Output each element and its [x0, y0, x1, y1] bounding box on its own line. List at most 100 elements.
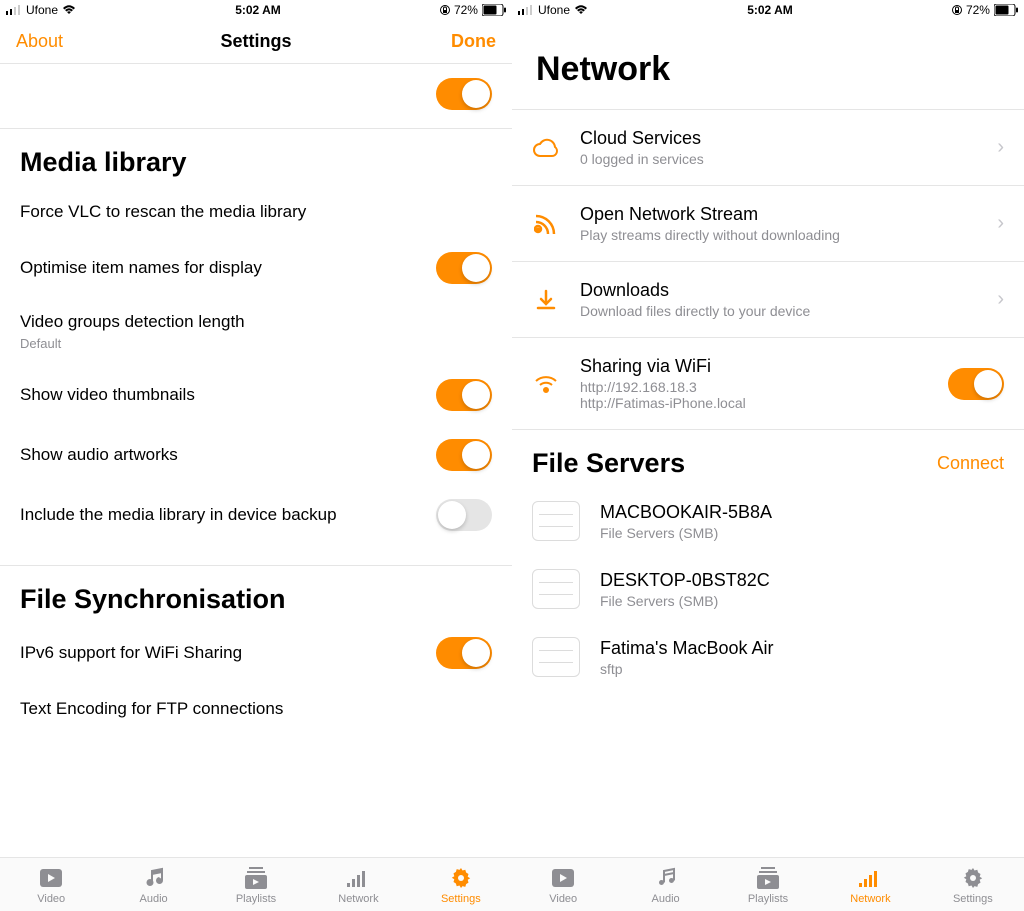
tab-label: Network — [338, 893, 378, 905]
time-label: 5:02 AM — [747, 3, 793, 17]
audio-icon — [653, 865, 679, 891]
row-label: Text Encoding for FTP connections — [20, 699, 283, 719]
server-row-0[interactable]: MACBOOKAIR-5B8A File Servers (SMB) — [512, 487, 1024, 555]
row-sub-2: http://Fatimas-iPhone.local — [580, 395, 928, 411]
show-artworks-row: Show audio artworks — [0, 425, 512, 485]
video-icon — [550, 865, 576, 891]
battery-pct-label: 72% — [966, 3, 990, 17]
optimise-names-row: Optimise item names for display — [0, 238, 512, 298]
audio-icon — [141, 865, 167, 891]
tab-label: Playlists — [236, 893, 276, 905]
downloads-row[interactable]: Downloads Download files directly to you… — [512, 262, 1024, 338]
tab-playlists[interactable]: Playlists — [205, 858, 307, 911]
video-groups-row[interactable]: Video groups detection length Default — [0, 298, 512, 365]
wifi-sharing-row: Sharing via WiFi http://192.168.18.3 htt… — [512, 338, 1024, 429]
ipv6-toggle[interactable] — [436, 637, 492, 669]
server-type: File Servers (SMB) — [600, 525, 1004, 541]
row-label: Show video thumbnails — [20, 385, 195, 405]
row-label: Include the media library in device back… — [20, 505, 337, 525]
row-label: Optimise item names for display — [20, 258, 262, 278]
section-title: File Servers — [532, 448, 685, 479]
tab-bar: Video Audio Playlists Network Settings — [512, 857, 1024, 911]
open-stream-row[interactable]: Open Network Stream Play streams directl… — [512, 186, 1024, 262]
force-rescan-row[interactable]: Force VLC to rescan the media library — [0, 186, 512, 238]
network-icon — [857, 865, 883, 891]
tab-settings[interactable]: Settings — [922, 858, 1024, 911]
file-servers-header: File Servers Connect — [512, 429, 1024, 487]
tab-settings[interactable]: Settings — [410, 858, 512, 911]
settings-screen: Ufone 5:02 AM 72% About Settings Done Me… — [0, 0, 512, 911]
battery-pct-label: 72% — [454, 3, 478, 17]
include-backup-row: Include the media library in device back… — [0, 485, 512, 545]
row-title: Cloud Services — [580, 128, 977, 149]
optimise-names-toggle[interactable] — [436, 252, 492, 284]
show-artworks-toggle[interactable] — [436, 439, 492, 471]
settings-icon — [448, 865, 474, 891]
network-screen: Ufone 5:02 AM 72% Network Cloud Services… — [512, 0, 1024, 911]
connect-button[interactable]: Connect — [937, 453, 1004, 474]
done-button[interactable]: Done — [451, 31, 496, 52]
server-row-1[interactable]: DESKTOP-0BST82C File Servers (SMB) — [512, 555, 1024, 623]
include-backup-toggle[interactable] — [436, 499, 492, 531]
tab-audio[interactable]: Audio — [102, 858, 204, 911]
tab-label: Audio — [652, 893, 680, 905]
network-content[interactable]: Network Cloud Services 0 logged in servi… — [512, 20, 1024, 857]
server-type: sftp — [600, 661, 1004, 677]
row-label: Video groups detection length — [20, 312, 245, 332]
server-name: MACBOOKAIR-5B8A — [600, 502, 1004, 523]
carrier-label: Ufone — [538, 3, 570, 17]
server-row-2[interactable]: Fatima's MacBook Air sftp — [512, 623, 1024, 691]
show-thumbs-toggle[interactable] — [436, 379, 492, 411]
lock-icon — [440, 4, 450, 16]
server-name: DESKTOP-0BST82C — [600, 570, 1004, 591]
text-encoding-row[interactable]: Text Encoding for FTP connections — [0, 683, 512, 735]
playlists-icon — [755, 865, 781, 891]
tab-label: Audio — [140, 893, 168, 905]
tab-network[interactable]: Network — [307, 858, 409, 911]
server-name: Fatima's MacBook Air — [600, 638, 1004, 659]
tab-label: Video — [37, 893, 65, 905]
battery-icon — [482, 4, 506, 16]
chevron-right-icon: › — [997, 136, 1004, 159]
cloud-icon — [532, 134, 560, 162]
tab-label: Settings — [441, 893, 481, 905]
show-thumbs-row: Show video thumbnails — [0, 365, 512, 425]
cloud-services-row[interactable]: Cloud Services 0 logged in services › — [512, 110, 1024, 186]
row-sub-1: http://192.168.18.3 — [580, 379, 928, 395]
row-label: IPv6 support for WiFi Sharing — [20, 643, 242, 663]
battery-icon — [994, 4, 1018, 16]
server-icon — [532, 569, 580, 609]
settings-icon — [960, 865, 986, 891]
row-title: Downloads — [580, 280, 977, 301]
server-icon — [532, 637, 580, 677]
media-library-header: Media library — [0, 129, 512, 186]
settings-content[interactable]: Media library Force VLC to rescan the me… — [0, 64, 512, 857]
tab-video[interactable]: Video — [0, 858, 102, 911]
signal-icon — [6, 5, 22, 15]
row-sub: Default — [20, 336, 61, 351]
about-button[interactable]: About — [16, 31, 63, 52]
chevron-right-icon: › — [997, 288, 1004, 311]
tab-label: Network — [850, 893, 890, 905]
row-label: Show audio artworks — [20, 445, 178, 465]
network-icon — [345, 865, 371, 891]
tab-playlists[interactable]: Playlists — [717, 858, 819, 911]
toggle-switch[interactable] — [436, 78, 492, 110]
tab-audio[interactable]: Audio — [614, 858, 716, 911]
wifi-share-icon — [532, 370, 560, 398]
tab-network[interactable]: Network — [819, 858, 921, 911]
signal-icon — [518, 5, 534, 15]
row-sub: Download files directly to your device — [580, 303, 977, 319]
playlists-icon — [243, 865, 269, 891]
stream-icon — [532, 210, 560, 238]
tab-video[interactable]: Video — [512, 858, 614, 911]
wifi-sharing-toggle[interactable] — [948, 368, 1004, 400]
tab-bar: Video Audio Playlists Network Settings — [0, 857, 512, 911]
row-title: Open Network Stream — [580, 204, 977, 225]
download-icon — [532, 286, 560, 314]
row-title: Sharing via WiFi — [580, 356, 928, 377]
carrier-label: Ufone — [26, 3, 58, 17]
status-bar: Ufone 5:02 AM 72% — [0, 0, 512, 20]
video-icon — [38, 865, 64, 891]
network-header: Network — [512, 20, 1024, 110]
